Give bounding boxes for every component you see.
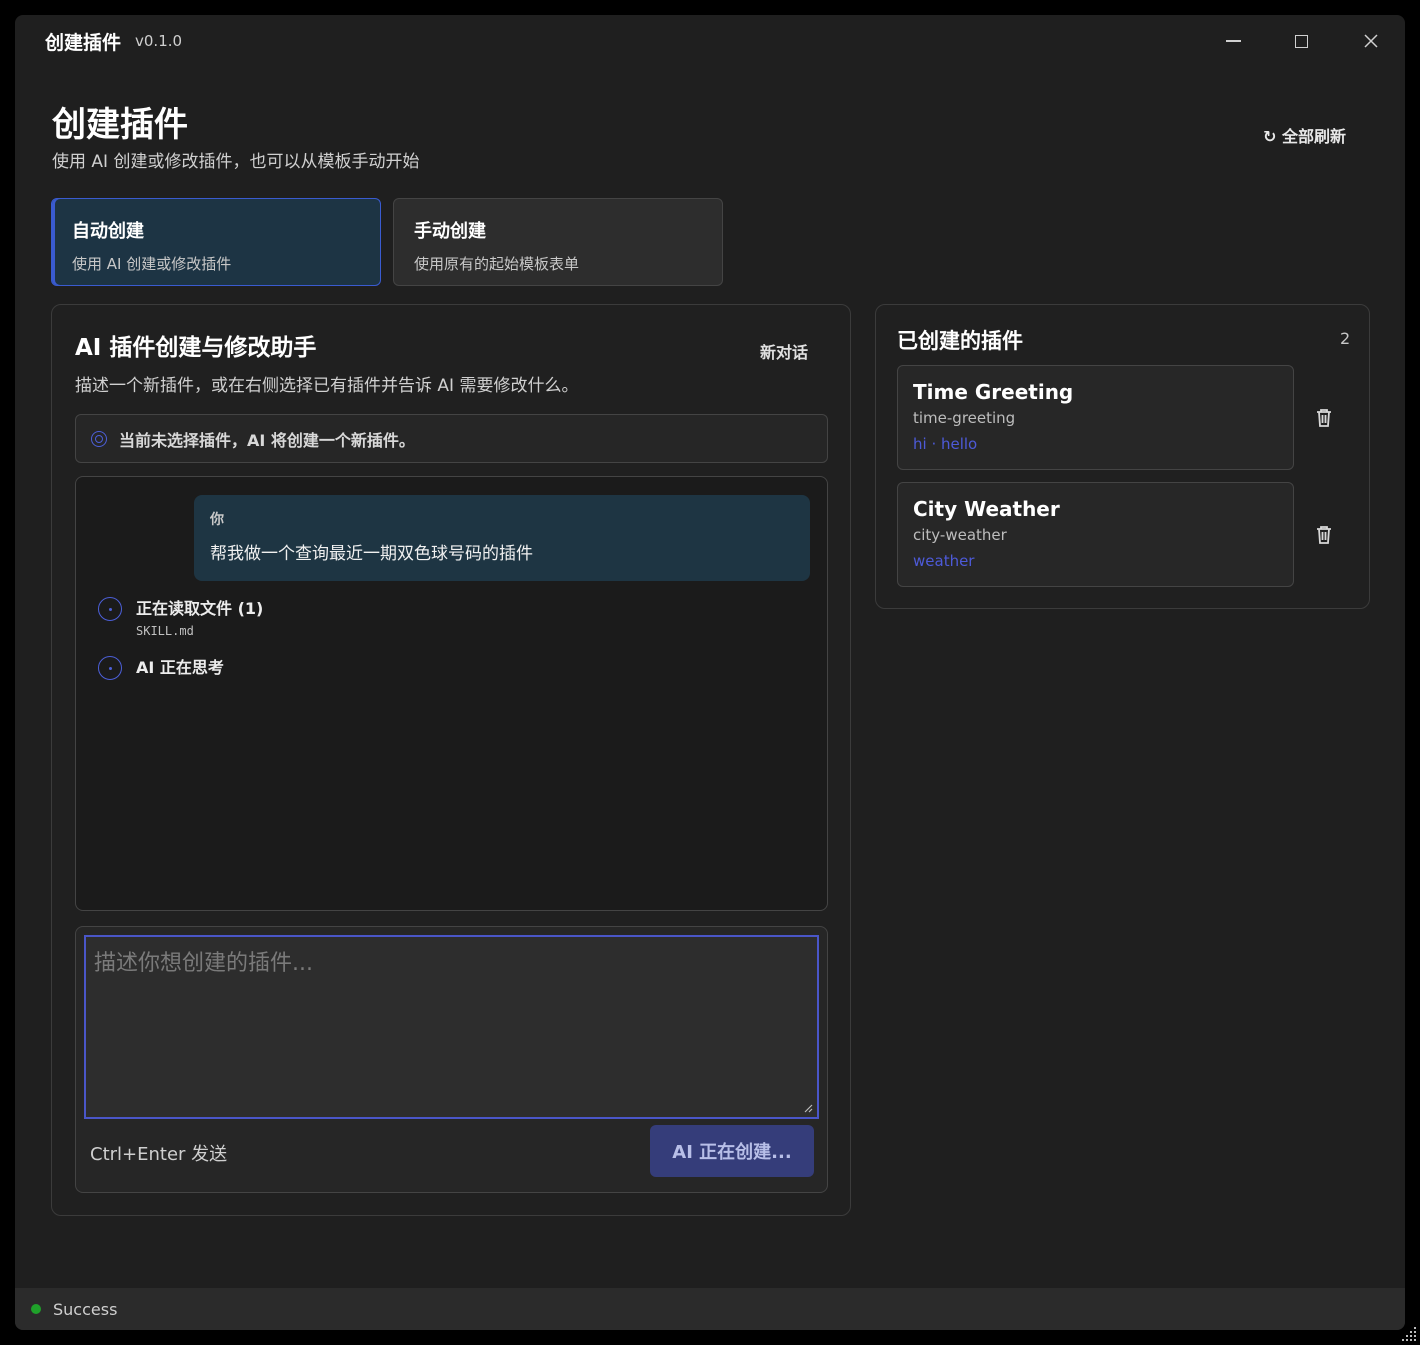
step-title: AI 正在思考 xyxy=(136,658,224,677)
close-icon xyxy=(1364,34,1378,48)
close-button[interactable] xyxy=(1351,25,1391,57)
resize-grip-icon[interactable] xyxy=(803,1103,813,1113)
plugin-card[interactable]: City Weather city-weather weather xyxy=(897,482,1294,587)
app-window: 创建插件 v0.1.0 创建插件 使用 AI 创建或修改插件，也可以从模板手动开… xyxy=(15,15,1405,1330)
mode-card-auto[interactable]: 自动创建 使用 AI 创建或修改插件 xyxy=(51,198,381,286)
trash-icon[interactable] xyxy=(1314,407,1334,429)
plugin-card[interactable]: Time Greeting time-greeting hi · hello xyxy=(897,365,1294,470)
spinner-icon xyxy=(98,597,122,621)
refresh-all-label: ↻ 全部刷新 xyxy=(1263,127,1346,146)
mode-title: 手动创建 xyxy=(414,221,486,242)
chat-log[interactable]: 你 帮我做一个查询最近一期双色球号码的插件 正在读取文件 (1) SKILL.m… xyxy=(75,476,828,911)
mode-desc: 使用原有的起始模板表单 xyxy=(414,255,580,273)
status-ring-icon xyxy=(91,430,107,447)
send-hint: Ctrl+Enter 发送 xyxy=(90,1144,228,1165)
mode-card-manual[interactable]: 手动创建 使用原有的起始模板表单 xyxy=(393,198,723,286)
status-bar: Success xyxy=(15,1288,1405,1330)
selection-status: 当前未选择插件，AI 将创建一个新插件。 xyxy=(75,414,828,463)
plugin-name: City Weather xyxy=(913,497,1060,521)
mode-desc: 使用 AI 创建或修改插件 xyxy=(72,255,232,273)
plugins-count: 2 xyxy=(1340,329,1351,348)
prompt-input[interactable] xyxy=(84,935,819,1119)
progress-step: AI 正在思考 xyxy=(98,656,224,680)
plugin-name: Time Greeting xyxy=(913,380,1074,404)
composer: Ctrl+Enter 发送 AI 正在创建... xyxy=(75,926,828,1193)
maximize-icon xyxy=(1294,34,1308,48)
success-dot-icon xyxy=(31,1304,41,1314)
app-title: 创建插件 xyxy=(45,32,122,54)
plugins-title: 已创建的插件 xyxy=(897,329,1023,353)
page-subtitle: 使用 AI 创建或修改插件，也可以从模板手动开始 xyxy=(52,152,420,172)
user-message: 你 帮我做一个查询最近一期双色球号码的插件 xyxy=(194,495,810,581)
plugin-tags: hi · hello xyxy=(913,435,978,453)
step-detail: SKILL.md xyxy=(136,624,194,638)
assistant-title: AI 插件创建与修改助手 xyxy=(75,335,317,361)
step-title: 正在读取文件 (1) xyxy=(136,599,264,618)
app-version: v0.1.0 xyxy=(135,32,183,50)
progress-step: 正在读取文件 (1) SKILL.md xyxy=(98,597,263,638)
plugins-panel: 已创建的插件 2 Time Greeting time-greeting hi … xyxy=(875,304,1370,609)
spinner-icon xyxy=(98,656,122,680)
window-resize-grip-icon[interactable] xyxy=(1402,1327,1418,1343)
assistant-panel: AI 插件创建与修改助手 新对话 描述一个新插件，或在右侧选择已有插件并告诉 A… xyxy=(51,304,851,1216)
message-sender: 你 xyxy=(210,512,224,528)
mode-title: 自动创建 xyxy=(72,221,144,242)
plugin-id: time-greeting xyxy=(913,409,1016,427)
send-button[interactable]: AI 正在创建... xyxy=(650,1125,814,1177)
plugin-id: city-weather xyxy=(913,526,1007,544)
assistant-description: 描述一个新插件，或在右侧选择已有插件并告诉 AI 需要修改什么。 xyxy=(75,376,579,396)
new-chat-button[interactable]: 新对话 xyxy=(760,339,808,363)
plugin-tags: weather xyxy=(913,552,975,570)
refresh-all-button[interactable]: ↻ 全部刷新 xyxy=(1263,123,1346,147)
status-bar-text: Success xyxy=(53,1299,118,1319)
minimize-icon xyxy=(1225,40,1241,42)
trash-icon[interactable] xyxy=(1314,524,1334,546)
maximize-button[interactable] xyxy=(1281,25,1321,57)
minimize-button[interactable] xyxy=(1213,25,1253,57)
title-bar: 创建插件 v0.1.0 xyxy=(15,15,1405,67)
selection-status-text: 当前未选择插件，AI 将创建一个新插件。 xyxy=(119,430,415,450)
message-text: 帮我做一个查询最近一期双色球号码的插件 xyxy=(210,544,533,564)
page-title: 创建插件 xyxy=(52,105,188,145)
